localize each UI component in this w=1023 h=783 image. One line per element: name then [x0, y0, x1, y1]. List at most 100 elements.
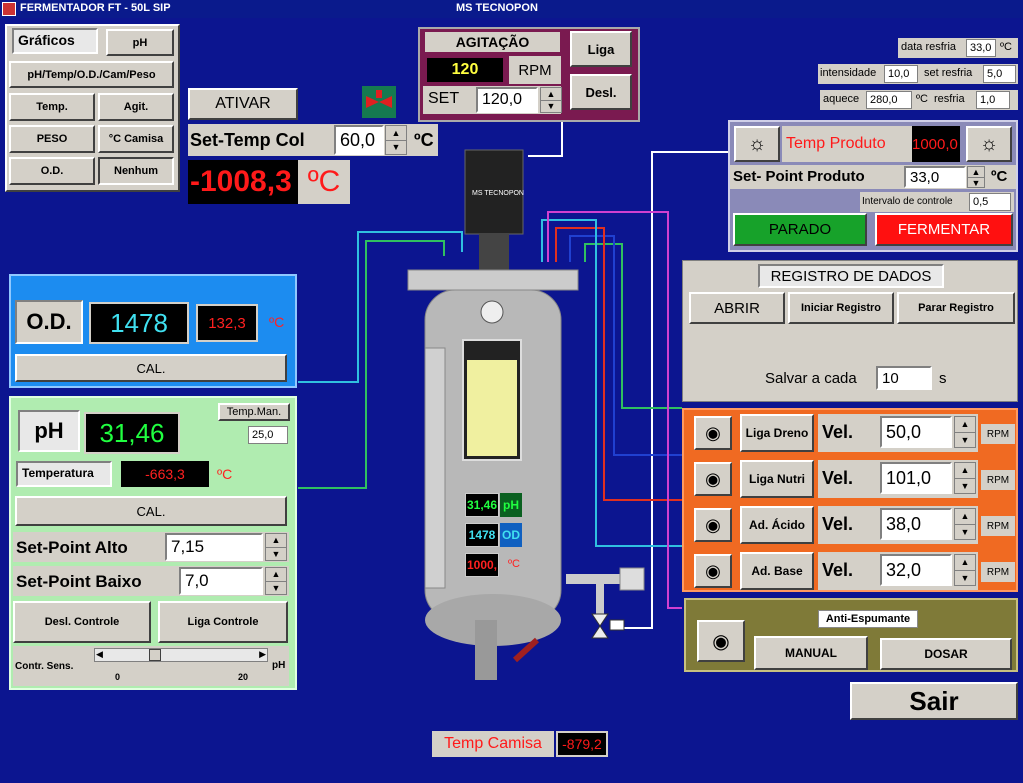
spin-down-icon[interactable]: ▼	[955, 433, 975, 448]
slider-right-arrow-icon[interactable]: ▶	[259, 649, 266, 660]
spin-down-icon[interactable]: ▼	[541, 101, 561, 113]
pump-speed-label: Vel.	[822, 422, 854, 442]
spin-up-icon[interactable]: ▲	[541, 88, 561, 101]
product-sp-spinner[interactable]: ▲ ▼	[967, 166, 985, 188]
spin-down-icon[interactable]: ▼	[968, 178, 984, 188]
col-set-input[interactable]: 60,0	[334, 125, 384, 155]
graph-none-button[interactable]: Nenhum	[98, 157, 174, 185]
spin-up-icon[interactable]: ▲	[266, 534, 286, 548]
spin-down-icon[interactable]: ▼	[386, 141, 406, 155]
spin-down-icon[interactable]: ▼	[955, 571, 975, 586]
sensitivity-label: Contr. Sens.	[15, 661, 74, 672]
registry-start-button[interactable]: Iniciar Registro	[788, 292, 894, 324]
vessel-od-unit: OD	[500, 523, 522, 547]
activate-button[interactable]: ATIVAR	[188, 88, 298, 120]
registry-stop-button[interactable]: Parar Registro	[897, 292, 1015, 324]
pump-speed-spinner[interactable]: ▲ ▼	[954, 554, 976, 586]
graph-od-button[interactable]: O.D.	[9, 157, 95, 185]
pump-speed-spinner[interactable]: ▲ ▼	[954, 416, 976, 448]
data-resfria-input[interactable]: 33,0	[966, 39, 996, 57]
pump-speed-input[interactable]: 38,0	[880, 508, 952, 540]
col-set-spinner[interactable]: ▲ ▼	[385, 125, 407, 155]
graph-ph-button[interactable]: pH	[106, 29, 174, 56]
od-cal-button[interactable]: CAL.	[15, 354, 287, 382]
antifoam-manual-button[interactable]: MANUAL	[754, 636, 868, 670]
intensity-input[interactable]: 10,0	[884, 65, 918, 83]
antifoam-motor-button[interactable]: ◉	[697, 620, 745, 662]
interval-input[interactable]: 0,5	[969, 193, 1011, 211]
spin-down-icon[interactable]: ▼	[266, 582, 286, 595]
spin-up-icon[interactable]: ▲	[266, 568, 286, 582]
pump-toggle-button[interactable]: Liga Dreno	[740, 414, 814, 452]
interval-label: Intervalo de controle	[862, 196, 953, 207]
pump-speed-unit: RPM	[981, 562, 1015, 582]
spin-up-icon[interactable]: ▲	[955, 463, 975, 479]
spin-down-icon[interactable]: ▼	[955, 525, 975, 540]
agitation-on-button[interactable]: Liga	[570, 31, 632, 67]
heat-input[interactable]: 280,0	[866, 91, 912, 109]
pump-toggle-button[interactable]: Liga Nutri	[740, 460, 814, 498]
sp-high-spinner[interactable]: ▲ ▼	[265, 533, 287, 561]
pump-toggle-button[interactable]: Ad. Base	[740, 552, 814, 590]
od-temp-unit: ºC	[269, 314, 285, 330]
pump-speed-input[interactable]: 101,0	[880, 462, 952, 494]
product-sp-label: Set- Point Produto	[733, 168, 865, 185]
sp-high-input[interactable]: 7,15	[165, 533, 263, 561]
fermenter-vessel	[405, 120, 580, 690]
agitation-set-spinner[interactable]: ▲ ▼	[540, 87, 562, 113]
sp-low-input[interactable]: 7,0	[179, 567, 263, 595]
slider-min-label: 0	[115, 672, 121, 682]
graph-camisa-button[interactable]: °C Camisa	[98, 125, 174, 153]
slider-thumb[interactable]	[149, 649, 162, 661]
pump-speed-spinner[interactable]: ▲ ▼	[954, 508, 976, 540]
pump-motor-button[interactable]: ◉	[694, 508, 732, 542]
sensitivity-slider[interactable]: ◀ ▶	[94, 648, 268, 662]
pump-speed-spinner[interactable]: ▲ ▼	[954, 462, 976, 494]
spin-up-icon[interactable]: ▲	[955, 555, 975, 571]
temp-man-input[interactable]: 25,0	[248, 426, 288, 444]
pump-motor-button[interactable]: ◉	[694, 462, 732, 496]
ph-cal-button[interactable]: CAL.	[15, 496, 287, 526]
product-light-right-button[interactable]: ☼	[966, 126, 1012, 162]
vessel-temp-display: 1000,	[465, 553, 499, 577]
spin-down-icon[interactable]: ▼	[955, 479, 975, 494]
slider-max-label: 20	[238, 672, 249, 682]
cool-label: resfria	[934, 93, 965, 105]
graph-agit-button[interactable]: Agit.	[98, 93, 174, 121]
spin-up-icon[interactable]: ▲	[955, 509, 975, 525]
ctrl-on-button[interactable]: Liga Controle	[158, 601, 288, 643]
agitation-set-input[interactable]: 120,0	[476, 87, 538, 113]
cool-input[interactable]: 1,0	[976, 91, 1010, 109]
ctrl-off-button[interactable]: Desl. Controle	[13, 601, 151, 643]
pump-motor-button[interactable]: ◉	[694, 416, 732, 450]
antifoam-dose-button[interactable]: DOSAR	[880, 638, 1012, 670]
temp-man-button[interactable]: Temp.Man.	[218, 403, 290, 421]
ferment-button[interactable]: FERMENTAR	[875, 213, 1013, 246]
pump-speed-input[interactable]: 50,0	[880, 416, 952, 448]
product-sp-input[interactable]: 33,0	[904, 166, 966, 188]
slider-unit: pH	[272, 660, 286, 671]
spin-down-icon[interactable]: ▼	[266, 548, 286, 561]
stopped-button[interactable]: PARADO	[733, 213, 867, 246]
slider-left-arrow-icon[interactable]: ◀	[96, 649, 103, 660]
save-interval-unit: s	[939, 370, 947, 387]
valve-icon[interactable]	[362, 86, 396, 118]
registry-open-button[interactable]: ABRIR	[689, 292, 785, 324]
pump-speed-input[interactable]: 32,0	[880, 554, 952, 586]
product-light-left-button[interactable]: ☼	[734, 126, 780, 162]
spin-up-icon[interactable]: ▲	[386, 126, 406, 141]
graph-combo-button[interactable]: pH/Temp/O.D./Cam/Peso	[9, 61, 174, 88]
pump-motor-button[interactable]: ◉	[694, 554, 732, 588]
pump-toggle-button[interactable]: Ad. Ácido	[740, 506, 814, 544]
pump-icon: ◉	[705, 514, 721, 535]
sp-low-spinner[interactable]: ▲ ▼	[265, 567, 287, 595]
graphs-title: Gráficos	[12, 28, 98, 54]
spin-up-icon[interactable]: ▲	[955, 417, 975, 433]
exit-button[interactable]: Sair	[850, 682, 1018, 720]
save-interval-input[interactable]: 10	[876, 366, 932, 390]
graph-temp-button[interactable]: Temp.	[9, 93, 95, 121]
set-resfria-input[interactable]: 5,0	[983, 65, 1016, 83]
spin-up-icon[interactable]: ▲	[968, 167, 984, 178]
agitation-off-button[interactable]: Desl.	[570, 74, 632, 110]
graph-peso-button[interactable]: PESO	[9, 125, 95, 153]
